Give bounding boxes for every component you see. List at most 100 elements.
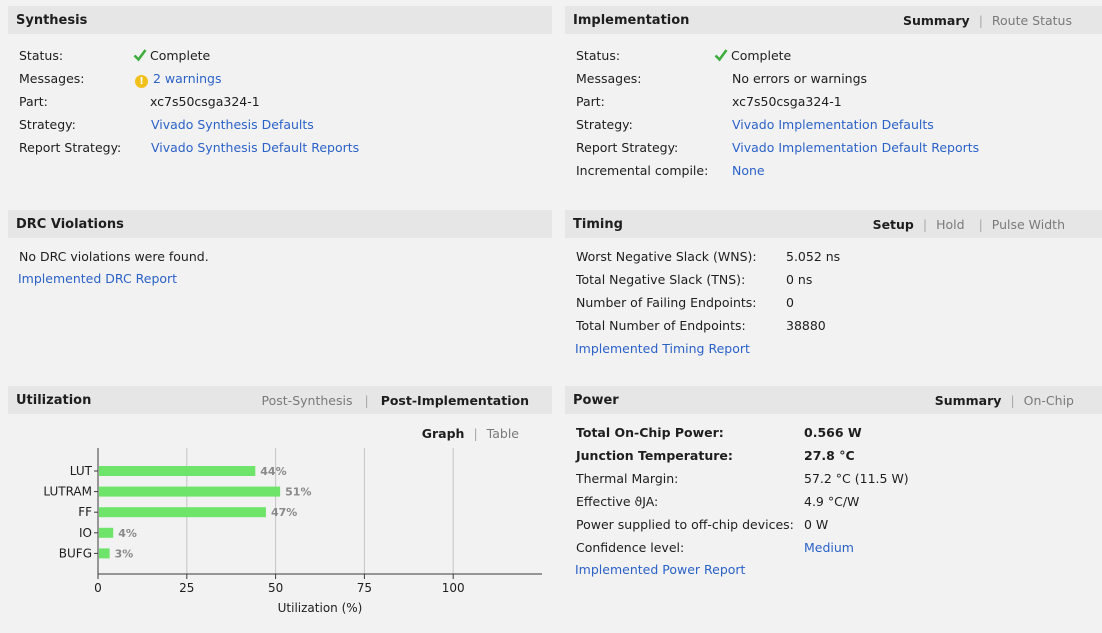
field-label: Number of Failing Endpoints: (576, 295, 757, 310)
x-tick-label: 75 (357, 581, 372, 595)
x-tick-label: 25 (179, 581, 194, 595)
implementation-title: Implementation (573, 12, 690, 28)
field-label: Power supplied to off-chip devices: (576, 517, 794, 532)
warnings-link[interactable]: 2 warnings (153, 71, 222, 86)
implementation-panel: Implementation Summary | Route Status St… (565, 6, 1102, 196)
field-label: Strategy: (576, 117, 633, 132)
check-icon (133, 49, 147, 62)
bar (99, 548, 110, 559)
warning-icon: ! (135, 75, 148, 88)
tab-setup[interactable]: Setup (873, 217, 914, 232)
drc-message: No DRC violations were found. (19, 249, 209, 264)
timing-report-link[interactable]: Implemented Timing Report (575, 341, 750, 357)
category-label: BUFG (59, 546, 92, 560)
part-value: xc7s50csga324-1 (732, 94, 842, 109)
bar-value-label: 4% (118, 527, 137, 540)
x-axis-label: Utilization (%) (278, 601, 363, 615)
category-label: FF (78, 505, 92, 519)
field-label: Total Number of Endpoints: (576, 318, 746, 333)
timing-header: Timing Setup | Hold | Pulse Width (565, 210, 1102, 238)
field-label: Total On-Chip Power: (576, 425, 724, 440)
tab-summary[interactable]: Summary (935, 393, 1002, 408)
field-label: Worst Negative Slack (WNS): (576, 249, 757, 264)
x-tick-label: 100 (442, 581, 465, 595)
field-label: Messages: (576, 71, 642, 86)
implementation-status-value: Complete (714, 48, 791, 64)
junction-temp-value: 27.8 °C (804, 448, 855, 463)
bar (99, 507, 266, 518)
field-label: Part: (576, 94, 605, 109)
field-label: Report Strategy: (19, 140, 122, 155)
synthesis-messages-value[interactable]: ! 2 warnings (135, 71, 222, 88)
bar-value-label: 3% (115, 547, 134, 560)
field-label: Report Strategy: (576, 140, 679, 155)
bar (99, 486, 281, 497)
synthesis-header: Synthesis (8, 6, 552, 34)
timing-panel: Timing Setup | Hold | Pulse Width Worst … (565, 210, 1102, 370)
wns-value: 5.052 ns (786, 249, 841, 264)
status-text: Complete (150, 48, 211, 63)
synthesis-status-value: Complete (133, 48, 210, 64)
drc-report-link[interactable]: Implemented DRC Report (18, 271, 177, 287)
power-title: Power (573, 392, 619, 408)
synthesis-report-strategy-link[interactable]: Vivado Synthesis Default Reports (151, 140, 359, 156)
field-label: Thermal Margin: (576, 471, 679, 486)
implementation-report-strategy-link[interactable]: Vivado Implementation Default Reports (732, 140, 979, 156)
timing-title: Timing (573, 216, 623, 232)
power-report-link[interactable]: Implemented Power Report (575, 562, 745, 578)
incremental-compile-link[interactable]: None (732, 163, 765, 179)
field-label: Status: (576, 48, 621, 63)
bar (99, 466, 256, 476)
synthesis-title: Synthesis (16, 12, 88, 28)
tab-separator: | (978, 12, 983, 28)
thermal-margin-value: 57.2 °C (11.5 W) (804, 471, 909, 486)
category-label: LUT (70, 464, 93, 478)
part-value: xc7s50csga324-1 (150, 94, 260, 109)
tab-separator: | (978, 216, 983, 232)
bar-value-label: 44% (260, 465, 286, 478)
confidence-level-link[interactable]: Medium (804, 540, 854, 556)
implementation-header: Implementation Summary | Route Status (565, 6, 1102, 34)
drc-title: DRC Violations (16, 216, 124, 232)
field-label: Messages: (19, 71, 85, 86)
total-power-value: 0.566 W (804, 425, 862, 440)
utilization-chart: 0 25 50 75 100 Utilization (%) LUT 44% LUTRAM 51%… (43, 448, 542, 615)
power-tabs: Summary | On-Chip (935, 393, 1074, 408)
utilization-panel: Utilization Post-Synthesis | Post-Implem… (8, 386, 552, 633)
status-text: Complete (731, 48, 792, 63)
tns-value: 0 ns (786, 272, 813, 287)
timing-tabs: Setup | Hold | Pulse Width (873, 217, 1065, 232)
tab-separator: | (1010, 392, 1015, 408)
total-endpoints-value: 38880 (786, 318, 826, 333)
synthesis-strategy-link[interactable]: Vivado Synthesis Defaults (151, 117, 314, 133)
category-label: LUTRAM (43, 485, 92, 499)
field-label: Status: (19, 48, 64, 63)
failing-endpoints-value: 0 (786, 295, 794, 310)
tab-pulse-width[interactable]: Pulse Width (992, 217, 1065, 232)
bar-value-label: 51% (285, 486, 311, 499)
tab-summary[interactable]: Summary (903, 13, 970, 28)
x-tick-label: 0 (94, 581, 102, 595)
messages-value: No errors or warnings (732, 71, 868, 86)
tab-on-chip[interactable]: On-Chip (1024, 393, 1074, 408)
synthesis-panel: Synthesis Status: Complete Messages: ! 2 … (8, 6, 552, 196)
field-label: Strategy: (19, 117, 76, 132)
field-label: Part: (19, 94, 48, 109)
field-label: Incremental compile: (576, 163, 709, 178)
off-chip-power-value: 0 W (804, 517, 829, 532)
field-label: Effective ϑJA: (576, 494, 659, 509)
bar-value-label: 47% (271, 506, 297, 519)
tab-route-status[interactable]: Route Status (992, 13, 1072, 28)
drc-header: DRC Violations (8, 210, 552, 238)
tab-hold[interactable]: Hold (936, 217, 964, 232)
bar (99, 527, 114, 538)
effective-theta-ja-value: 4.9 °C/W (804, 494, 860, 509)
field-label: Total Negative Slack (TNS): (576, 272, 746, 287)
field-label: Junction Temperature: (576, 448, 733, 463)
tab-separator: | (922, 216, 928, 232)
implementation-strategy-link[interactable]: Vivado Implementation Defaults (732, 117, 934, 133)
drc-panel: DRC Violations No DRC violations were fo… (8, 210, 552, 370)
field-label: Confidence level: (576, 540, 685, 555)
x-tick-label: 50 (268, 581, 283, 595)
power-header: Power Summary | On-Chip (565, 386, 1102, 414)
